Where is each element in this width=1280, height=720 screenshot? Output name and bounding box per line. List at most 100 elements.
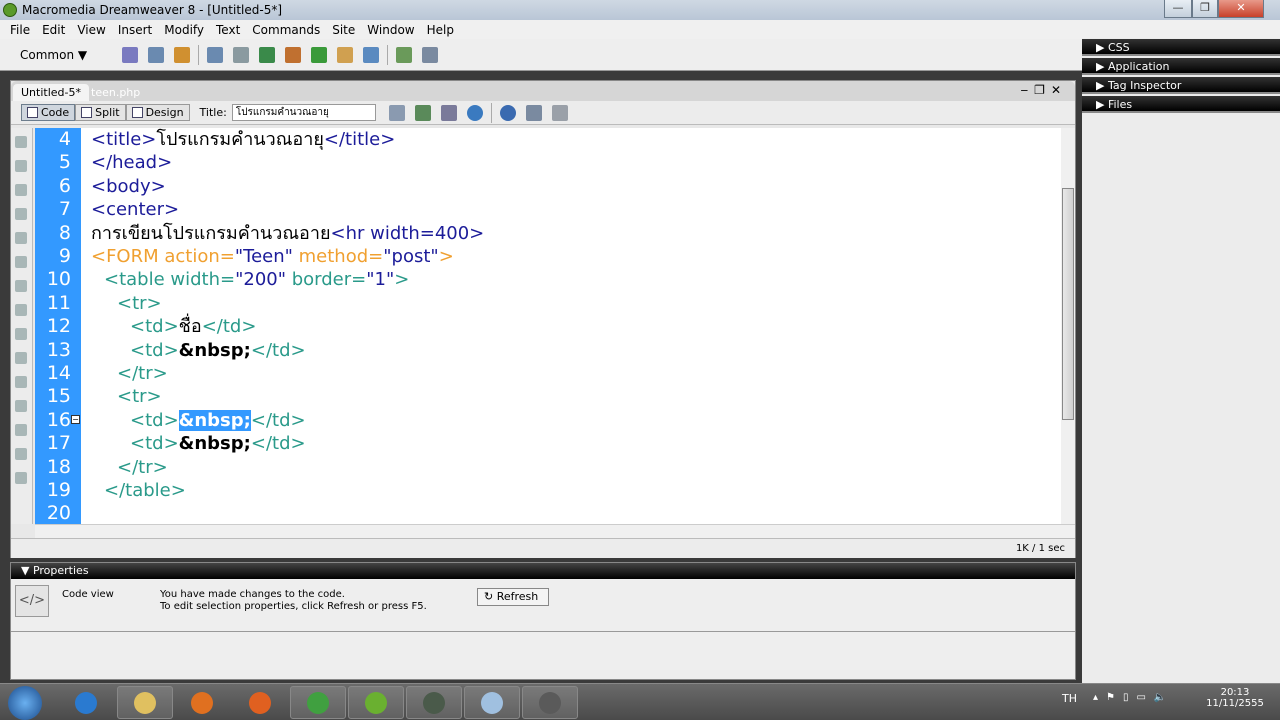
code-line[interactable]: <td>ชื่อ</td> bbox=[130, 315, 256, 338]
code-line[interactable]: <body> bbox=[91, 175, 166, 198]
menu-site[interactable]: Site bbox=[326, 23, 361, 37]
format-source-icon[interactable] bbox=[15, 472, 27, 484]
page-title-input[interactable]: โปรแกรมคำนวณอายุ bbox=[231, 104, 376, 121]
code-line[interactable]: <tr> bbox=[117, 385, 162, 408]
collapse-full-tag-icon[interactable] bbox=[15, 160, 27, 172]
expand-all-icon[interactable] bbox=[15, 208, 27, 220]
code-line[interactable]: </tr> bbox=[117, 362, 168, 385]
apply-comment-icon[interactable] bbox=[15, 328, 27, 340]
horizontal-scrollbar[interactable] bbox=[35, 524, 1075, 538]
split-view-button[interactable]: Split bbox=[75, 104, 126, 121]
scrollbar-thumb[interactable] bbox=[1062, 188, 1074, 420]
properties-panel: ▼ Properties </> Code view You have made… bbox=[10, 562, 1076, 680]
wrap-tag-icon[interactable] bbox=[15, 376, 27, 388]
minimize-button[interactable]: — bbox=[1164, 0, 1192, 18]
taskbar-notepad[interactable] bbox=[464, 686, 520, 719]
refresh-design-icon[interactable] bbox=[499, 104, 516, 121]
layer-icon[interactable] bbox=[233, 46, 250, 63]
code-token: </td> bbox=[250, 433, 306, 455]
menu-help[interactable]: Help bbox=[421, 23, 460, 37]
email-link-icon[interactable] bbox=[148, 46, 165, 63]
template-icon[interactable] bbox=[422, 46, 439, 63]
code-line[interactable]: </table> bbox=[104, 479, 186, 502]
code-line[interactable]: <td>&nbsp;</td> bbox=[130, 432, 306, 455]
code-line[interactable]: <tr> bbox=[117, 292, 162, 315]
menu-view[interactable]: View bbox=[71, 23, 111, 37]
highlight-invalid-icon[interactable] bbox=[15, 304, 27, 316]
code-line[interactable]: <title>โปรแกรมคำนวณอายุ</title> bbox=[91, 128, 395, 151]
language-indicator[interactable]: TH bbox=[1062, 692, 1077, 705]
server-side-include-icon[interactable] bbox=[337, 46, 354, 63]
tray-icons[interactable]: ▴⚑▯▭🔈 bbox=[1093, 692, 1174, 703]
date-icon[interactable] bbox=[311, 46, 328, 63]
view-options-icon[interactable] bbox=[525, 104, 542, 121]
head-icon[interactable] bbox=[396, 46, 413, 63]
taskbar-app[interactable] bbox=[406, 686, 462, 719]
line-numbers-icon[interactable] bbox=[15, 280, 27, 292]
file-management-icon[interactable] bbox=[440, 104, 457, 121]
media-player-icon bbox=[191, 691, 213, 714]
image-icon[interactable] bbox=[259, 46, 276, 63]
taskbar-file-explorer[interactable] bbox=[117, 686, 173, 719]
menu-window[interactable]: Window bbox=[361, 23, 420, 37]
insert-category-dropdown[interactable]: Common ▼ bbox=[20, 48, 87, 62]
taskbar-media-player[interactable] bbox=[174, 686, 230, 719]
panel-tag-inspector[interactable]: ▶ Tag Inspector bbox=[1082, 77, 1280, 94]
line-number: 7 bbox=[58, 198, 71, 221]
refresh-button[interactable]: ↻ Refresh bbox=[477, 588, 549, 606]
taskbar-app-recording[interactable] bbox=[522, 686, 578, 719]
clock[interactable]: 20:13 11/11/2555 bbox=[1200, 687, 1270, 709]
code-token: "1" bbox=[366, 269, 395, 291]
media-icon[interactable] bbox=[285, 46, 302, 63]
doc-window-controls[interactable]: ‒❐✕ bbox=[1021, 83, 1067, 97]
menu-edit[interactable]: Edit bbox=[36, 23, 71, 37]
validate-markup-icon[interactable] bbox=[388, 104, 405, 121]
code-line[interactable]: <FORM action="Teen" method="post"> bbox=[91, 245, 454, 268]
visual-aids-icon[interactable] bbox=[551, 104, 568, 121]
remove-comment-icon[interactable] bbox=[15, 352, 27, 364]
design-view-button[interactable]: Design bbox=[125, 104, 190, 121]
panel-application[interactable]: ▶ Application bbox=[1082, 58, 1280, 75]
code-line[interactable]: การเขียนโปรแกรมคำนวณอาย<hr width=400> bbox=[91, 222, 484, 245]
taskbar-firefox[interactable] bbox=[232, 686, 288, 719]
code-line[interactable]: <td>&nbsp;</td> bbox=[130, 409, 306, 432]
panel-files[interactable]: ▶ Files bbox=[1082, 96, 1280, 113]
hyperlink-icon[interactable] bbox=[122, 46, 139, 63]
vertical-scrollbar[interactable] bbox=[1061, 128, 1075, 524]
panel-css[interactable]: ▶ CSS bbox=[1082, 39, 1280, 56]
select-parent-tag-icon[interactable] bbox=[15, 232, 27, 244]
code-line[interactable]: <td>&nbsp;</td> bbox=[130, 339, 306, 362]
recent-snippets-icon[interactable] bbox=[15, 400, 27, 412]
preview-browser-icon[interactable] bbox=[466, 104, 483, 121]
open-documents-icon[interactable] bbox=[15, 136, 27, 148]
close-button[interactable]: ✕ bbox=[1218, 0, 1264, 18]
code-line[interactable]: </head> bbox=[91, 151, 172, 174]
named-anchor-icon[interactable] bbox=[174, 46, 191, 63]
collapse-icon[interactable]: − bbox=[71, 415, 80, 424]
collapse-selection-icon[interactable] bbox=[15, 184, 27, 196]
menu-text[interactable]: Text bbox=[210, 23, 246, 37]
taskbar-chrome[interactable] bbox=[290, 686, 346, 719]
browser-check-icon[interactable] bbox=[414, 104, 431, 121]
maximize-button[interactable]: ❐ bbox=[1192, 0, 1218, 18]
code-line[interactable]: <center> bbox=[91, 198, 179, 221]
tab-teen-php[interactable]: teen.php bbox=[83, 84, 148, 101]
menu-modify[interactable]: Modify bbox=[158, 23, 210, 37]
taskbar-internet-explorer[interactable] bbox=[58, 686, 114, 719]
menu-file[interactable]: File bbox=[4, 23, 36, 37]
menu-insert[interactable]: Insert bbox=[112, 23, 158, 37]
taskbar-dreamweaver[interactable] bbox=[348, 686, 404, 719]
tab-untitled-5[interactable]: Untitled-5* bbox=[13, 84, 89, 101]
menu-commands[interactable]: Commands bbox=[246, 23, 326, 37]
balance-braces-icon[interactable] bbox=[15, 256, 27, 268]
code-editor[interactable]: <title>โปรแกรมคำนวณอายุ</title> </head> <b… bbox=[81, 128, 1061, 524]
code-view-button[interactable]: Code bbox=[21, 104, 76, 121]
code-line[interactable]: <table width="200" border="1"> bbox=[104, 268, 409, 291]
start-button[interactable] bbox=[8, 686, 42, 720]
properties-header[interactable]: ▼ Properties bbox=[11, 563, 1075, 579]
comment-icon[interactable] bbox=[363, 46, 380, 63]
outdent-icon[interactable] bbox=[15, 448, 27, 460]
table-icon[interactable] bbox=[207, 46, 224, 63]
indent-icon[interactable] bbox=[15, 424, 27, 436]
code-line[interactable]: </tr> bbox=[117, 456, 168, 479]
